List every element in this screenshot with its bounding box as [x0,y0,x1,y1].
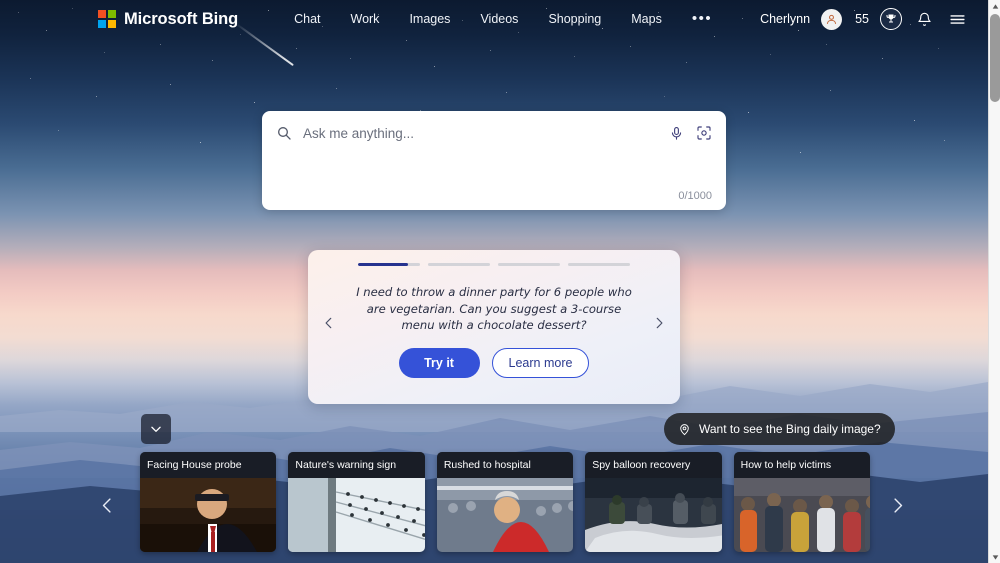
news-card[interactable]: How to help victims [734,452,870,552]
visual-search-icon [696,125,712,141]
nav-item-videos[interactable]: Videos [480,12,518,26]
search-box[interactable]: 0/1000 [262,111,726,210]
news-prev-button[interactable] [92,488,122,522]
character-counter: 0/1000 [678,190,712,202]
daily-image-label: Want to see the Bing daily image? [699,422,881,436]
try-it-button[interactable]: Try it [399,348,480,378]
news-card-thumbnail [288,478,424,552]
chevron-left-icon [322,316,336,330]
scroll-down-button[interactable] [989,551,1000,563]
scroll-up-button[interactable] [989,0,1000,12]
prompt-suggestion-card: I need to throw a dinner party for 6 peo… [308,250,680,404]
hamburger-menu-button[interactable] [946,8,968,30]
news-card[interactable]: Nature's warning sign [288,452,424,552]
search-icon [276,125,292,141]
news-card[interactable]: Facing House probe [140,452,276,552]
prompt-prev-button[interactable] [318,306,340,340]
bing-homepage: Microsoft Bing Chat Work Images Videos S… [0,0,1000,563]
news-card-title: Rushed to hospital [437,452,573,478]
chevron-down-icon [149,422,163,436]
avatar[interactable] [821,9,842,30]
nav-item-shopping[interactable]: Shopping [548,12,601,26]
daily-image-prompt[interactable]: Want to see the Bing daily image? [664,413,895,445]
nav-more-icon[interactable]: ••• [692,14,712,24]
collapse-feed-button[interactable] [141,414,171,444]
news-next-button[interactable] [882,488,912,522]
bing-logo-link[interactable]: Microsoft Bing [98,10,238,29]
search-input[interactable] [303,126,669,141]
news-card-title: Facing House probe [140,452,276,478]
progress-segment-1[interactable] [358,263,420,266]
trophy-icon [885,13,897,25]
scrollbar-thumb[interactable] [990,14,1000,102]
notifications-button[interactable] [913,8,935,30]
progress-segment-3[interactable] [498,263,560,266]
account-area: Cherlynn 55 [760,8,968,30]
location-pin-icon [678,423,691,436]
microphone-icon [669,126,684,141]
nav-item-maps[interactable]: Maps [631,12,662,26]
progress-segment-2[interactable] [428,263,490,266]
page-scrollbar[interactable] [988,0,1000,563]
news-card-title: Nature's warning sign [288,452,424,478]
prompt-actions: Try it Learn more [399,348,590,378]
learn-more-button[interactable]: Learn more [492,348,590,378]
news-card-title: Spy balloon recovery [585,452,721,478]
prompt-next-button[interactable] [648,306,670,340]
news-card[interactable]: Rushed to hospital [437,452,573,552]
rewards-points: 55 [855,12,869,26]
brand-name: Microsoft Bing [124,10,238,29]
chevron-right-icon [652,316,666,330]
news-card-thumbnail [734,478,870,552]
rewards-button[interactable] [880,8,902,30]
person-icon [825,13,838,26]
carousel-progress [358,263,630,266]
microphone-button[interactable] [669,126,684,141]
nav-item-chat[interactable]: Chat [294,12,320,26]
news-card-thumbnail [585,478,721,552]
news-card-title: How to help victims [734,452,870,478]
scroll-down-arrow-icon [992,554,999,561]
news-card-thumbnail [437,478,573,552]
chevron-left-icon [98,496,117,515]
nav-item-work[interactable]: Work [351,12,380,26]
chevron-right-icon [888,496,907,515]
user-name[interactable]: Cherlynn [760,12,810,26]
search-tools [669,125,712,141]
prompt-text: I need to throw a dinner party for 6 peo… [353,284,635,334]
news-carousel: Facing House probe Nature's warning sign [140,452,870,552]
scroll-up-arrow-icon [992,3,999,10]
news-card-thumbnail [140,478,276,552]
main-nav: Chat Work Images Videos Shopping Maps ••… [294,12,712,26]
progress-segment-4[interactable] [568,263,630,266]
search-row [262,111,726,155]
top-navigation-bar: Microsoft Bing Chat Work Images Videos S… [0,0,988,38]
microsoft-logo-icon [98,10,116,28]
news-card[interactable]: Spy balloon recovery [585,452,721,552]
hamburger-menu-icon [949,11,966,28]
visual-search-button[interactable] [696,125,712,141]
bell-icon [917,12,932,27]
nav-item-images[interactable]: Images [409,12,450,26]
